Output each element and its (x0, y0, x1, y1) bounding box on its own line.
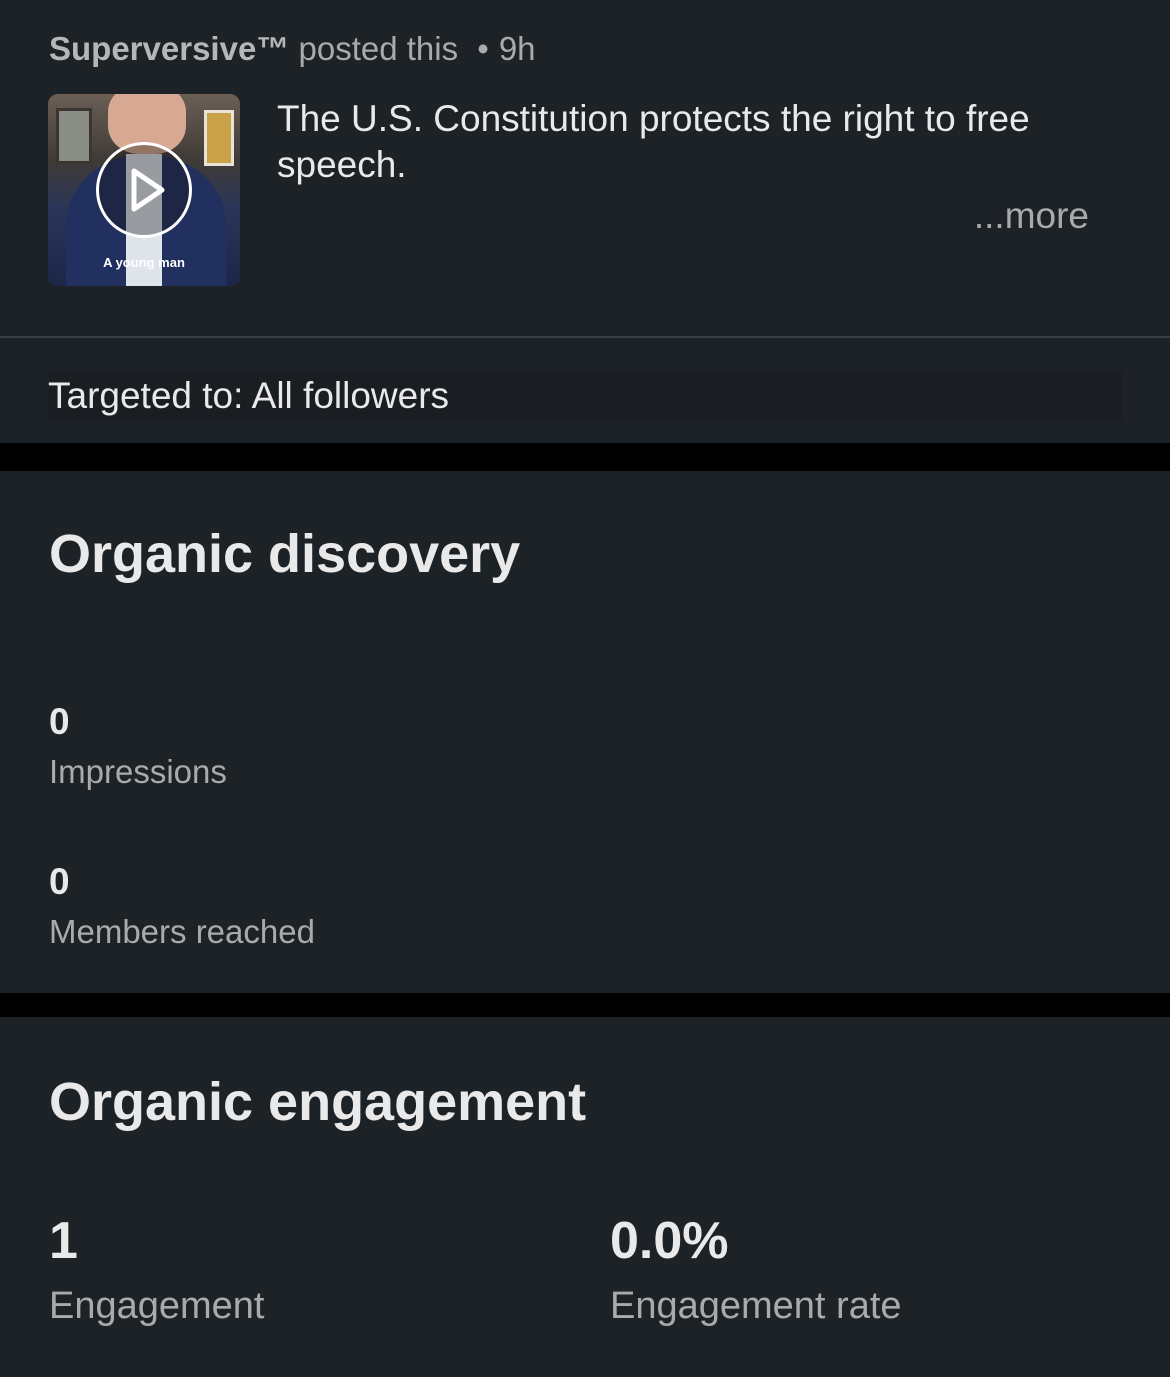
engagement-rate-label: Engagement rate (610, 1285, 902, 1327)
more-link[interactable]: ...more (974, 195, 1089, 237)
organic-engagement-section: Organic engagement 1 Engagement 0.0% Eng… (0, 1017, 1170, 1377)
impressions-label: Impressions (49, 753, 227, 790)
organic-discovery-section: Organic discovery 0 Impressions 0 Member… (0, 471, 1170, 993)
separator-dot: • (477, 30, 489, 67)
post-time: 9h (498, 30, 536, 67)
author-name[interactable]: Superversive™ (49, 30, 289, 67)
thumbnail-caption: A young man (103, 255, 185, 270)
engagement-rate-value: 0.0% (610, 1212, 729, 1270)
post-text: The U.S. Constitution protects the right… (277, 98, 1030, 185)
picture-frame-left (56, 108, 92, 164)
engagement-value: 1 (49, 1212, 78, 1270)
members-reached-value: 0 (49, 861, 70, 902)
members-reached-label: Members reached (49, 913, 315, 950)
post-card: Superversive™ posted this • 9h A young ma… (0, 0, 1170, 443)
picture-frame-right (204, 110, 234, 166)
section-title-discovery: Organic discovery (49, 524, 521, 584)
post-header: Superversive™ posted this • 9h (49, 30, 536, 68)
section-gap (0, 993, 1170, 1017)
engagement-label: Engagement (49, 1285, 265, 1327)
video-thumbnail[interactable]: A young man (48, 94, 240, 286)
play-icon[interactable] (96, 142, 192, 238)
play-triangle-icon (131, 168, 165, 212)
section-gap (0, 443, 1170, 471)
divider (0, 336, 1170, 338)
section-title-engagement: Organic engagement (49, 1072, 587, 1132)
post-action: posted this (298, 30, 459, 67)
targeted-audience: Targeted to: All followers (48, 372, 1122, 420)
impressions-value: 0 (49, 701, 70, 742)
